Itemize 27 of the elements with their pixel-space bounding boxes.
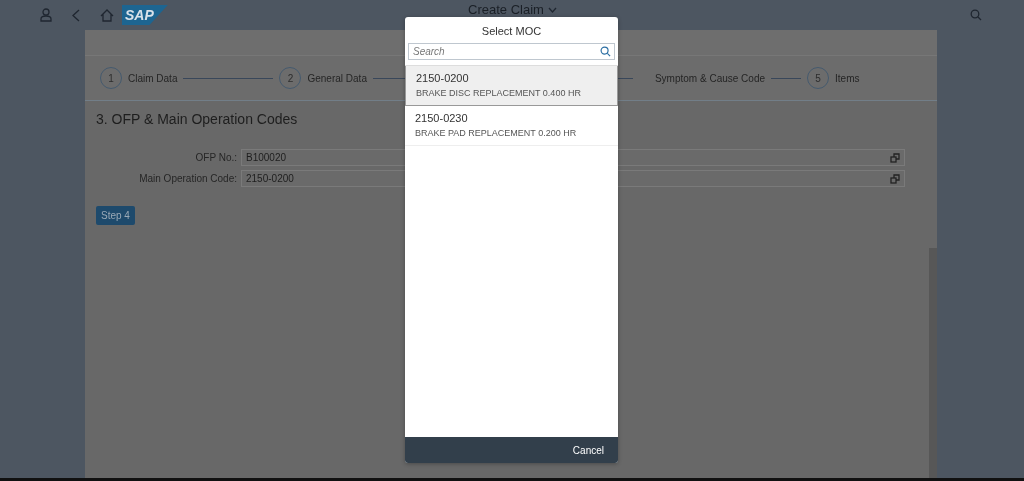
- value-help-icon[interactable]: [890, 152, 900, 163]
- item-description: BRAKE PAD REPLACEMENT 0.200 HR: [415, 128, 578, 138]
- user-icon[interactable]: [40, 8, 52, 22]
- field-label: OFP No.:: [194, 152, 238, 163]
- home-icon[interactable]: [100, 8, 114, 22]
- cancel-button[interactable]: Cancel: [566, 443, 610, 457]
- step-button[interactable]: Step 4: [96, 206, 135, 225]
- section-title: 3. OFP & Main Operation Codes: [96, 111, 298, 127]
- item-description: BRAKE DISC REPLACEMENT 0.400 HR: [416, 88, 582, 98]
- list-item[interactable]: 2150-0230 BRAKE PAD REPLACEMENT 0.200 HR: [405, 106, 618, 146]
- logo[interactable]: SAP: [122, 5, 168, 25]
- step-label[interactable]: General Data: [307, 72, 367, 84]
- item-code: 2150-0200: [416, 72, 470, 84]
- chevron-down-icon[interactable]: [547, 6, 557, 13]
- app-title[interactable]: Create Claim: [468, 2, 544, 17]
- step-label[interactable]: Symptom & Cause Code: [654, 72, 765, 84]
- field-label: Main Operation Code:: [138, 173, 238, 184]
- step-label[interactable]: Claim Data: [128, 72, 178, 84]
- back-icon[interactable]: [72, 8, 80, 22]
- search-field[interactable]: Search: [408, 43, 615, 60]
- value-help-icon[interactable]: [890, 173, 900, 184]
- list-item[interactable]: 2150-0200 BRAKE DISC REPLACEMENT 0.400 HR: [405, 66, 618, 106]
- search-icon[interactable]: [600, 46, 611, 57]
- item-code: 2150-0230: [415, 112, 469, 124]
- step-label[interactable]: Items: [835, 72, 860, 84]
- dialog-title: Select MOC: [480, 24, 543, 39]
- scrollbar[interactable]: [929, 248, 937, 478]
